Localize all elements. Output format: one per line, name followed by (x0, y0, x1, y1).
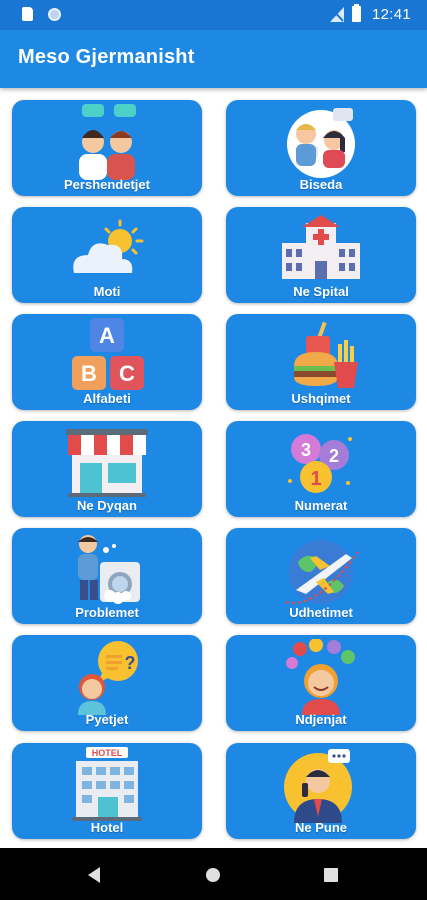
svg-text:2: 2 (329, 446, 339, 466)
category-label: Numerat (294, 498, 348, 513)
fast-food-icon (294, 321, 358, 388)
category-label: Hotel (90, 820, 124, 835)
no-signal-icon (330, 7, 344, 22)
emotions-icon (286, 639, 355, 715)
category-label: Udhetimet (289, 605, 353, 620)
category-label: Alfabeti (83, 391, 131, 406)
recents-icon[interactable] (320, 864, 342, 886)
businessman-phone-icon (284, 749, 352, 823)
conversation-icon (287, 108, 355, 178)
svg-text:C: C (119, 361, 135, 386)
svg-text:3: 3 (301, 440, 311, 460)
battery-icon (352, 4, 361, 22)
svg-text:A: A (99, 323, 115, 348)
sd-card-icon (22, 7, 33, 21)
app-bar: Meso Gjermanisht (0, 30, 427, 88)
svg-text:HOTEL: HOTEL (92, 748, 123, 758)
greeting-people-icon (79, 104, 136, 180)
category-label: Pyetjet (85, 712, 129, 727)
category-card-udhetimet[interactable]: Udhetimet (226, 528, 416, 624)
category-card-ne-dyqan[interactable]: Ne Dyqan (12, 421, 202, 517)
category-card-alfabeti[interactable]: A B C Alfabeti (12, 314, 202, 410)
status-time: 12:41 (372, 6, 412, 23)
system-nav-bar (0, 848, 427, 900)
back-icon[interactable] (84, 864, 106, 886)
app-title: Meso Gjermanisht (18, 46, 195, 68)
category-label: Biseda (299, 177, 343, 192)
category-label: Ushqimet (291, 391, 351, 406)
abc-blocks-icon: A B C (72, 318, 144, 390)
category-card-numerat[interactable]: 3 2 1 Numerat (226, 421, 416, 517)
notification-dot-icon (48, 8, 61, 21)
shop-icon (66, 429, 148, 497)
category-card-ndjenjat[interactable]: Ndjenjat (226, 635, 416, 731)
category-label: Ne Dyqan (77, 498, 137, 513)
category-grid: Pershendetjet Biseda Moti Ne Spital A B … (0, 88, 427, 848)
weather-icon (73, 219, 144, 273)
category-label: Ne Spital (293, 284, 349, 299)
hotel-building-icon: HOTEL (72, 747, 142, 821)
category-card-ne-spital[interactable]: Ne Spital (226, 207, 416, 303)
category-card-moti[interactable]: Moti (12, 207, 202, 303)
category-card-ushqimet[interactable]: Ushqimet (226, 314, 416, 410)
question-bubble-icon: ? (78, 641, 138, 715)
category-label: Ne Pune (294, 820, 347, 835)
category-card-problemet[interactable]: Problemet (12, 528, 202, 624)
category-card-ne-pune[interactable]: Ne Pune (226, 743, 416, 839)
hospital-icon (282, 215, 360, 279)
washing-machine-problem-icon (78, 535, 140, 604)
category-label: Ndjenjat (295, 712, 347, 727)
svg-text:B: B (81, 361, 97, 386)
category-card-pyetjet[interactable]: ? Pyetjet (12, 635, 202, 731)
airplane-globe-icon (285, 540, 359, 604)
svg-text:1: 1 (310, 468, 321, 490)
category-label: Moti (93, 284, 121, 299)
status-bar: 12:41 (0, 0, 427, 30)
category-label: Pershendetjet (64, 177, 150, 192)
category-label: Problemet (75, 605, 139, 620)
number-balloons-icon: 3 2 1 (288, 434, 352, 493)
home-icon[interactable] (202, 864, 224, 886)
svg-text:?: ? (125, 653, 136, 673)
category-card-biseda[interactable]: Biseda (226, 100, 416, 196)
category-card-hotel[interactable]: HOTEL Hotel (12, 743, 202, 839)
category-card-pershendetjet[interactable]: Pershendetjet (12, 100, 202, 196)
